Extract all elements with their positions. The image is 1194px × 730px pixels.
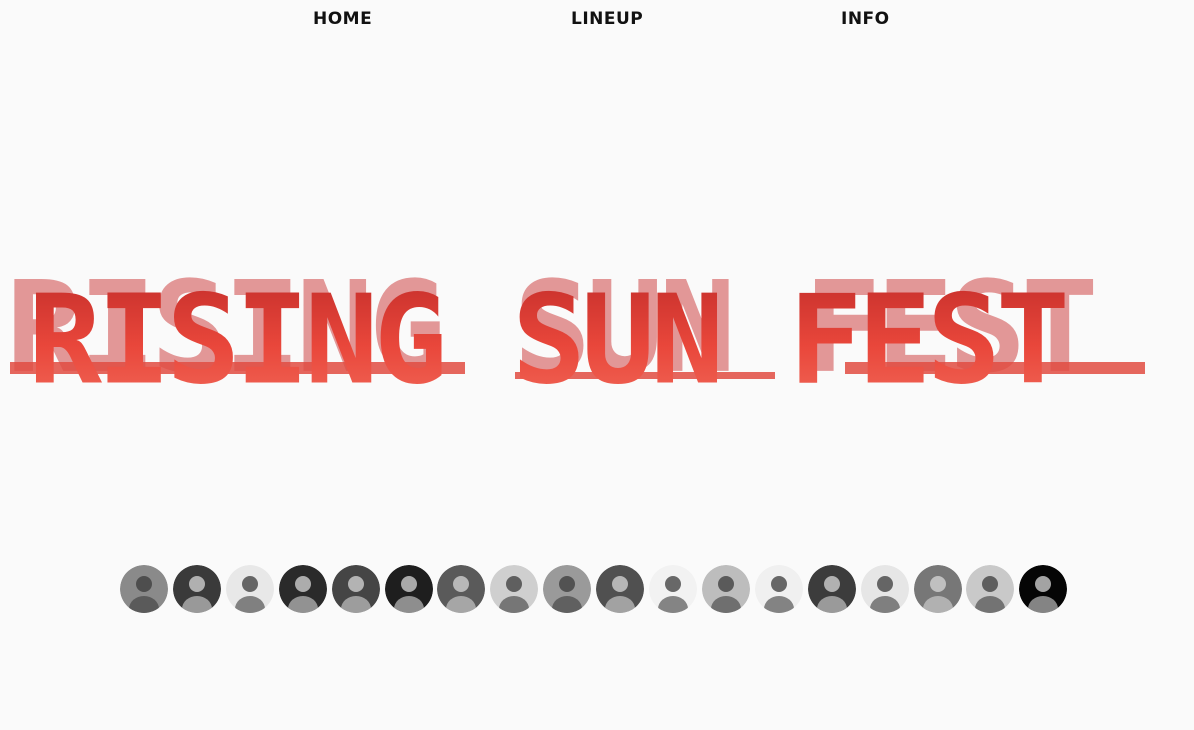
artist-avatar-9[interactable]: [543, 565, 591, 613]
artist-avatar-18[interactable]: [1019, 565, 1067, 613]
nav-info-link[interactable]: INFO: [841, 9, 890, 29]
artist-avatar-2[interactable]: [173, 565, 221, 613]
artist-avatar-16[interactable]: [914, 565, 962, 613]
artist-avatar-8[interactable]: [490, 565, 538, 613]
artist-avatar-strip: [120, 565, 1070, 615]
artist-avatar-12[interactable]: [702, 565, 750, 613]
artist-avatar-7[interactable]: [437, 565, 485, 613]
artist-avatar-6[interactable]: [385, 565, 433, 613]
main-nav: HOME LINEUP INFO: [0, 0, 1194, 40]
artist-avatar-13[interactable]: [755, 565, 803, 613]
artist-avatar-1[interactable]: [120, 565, 168, 613]
hero-title: RISING SUN FEST RISING SUN FEST: [0, 255, 1194, 425]
nav-home-link[interactable]: HOME: [313, 9, 372, 29]
artist-avatar-3[interactable]: [226, 565, 274, 613]
artist-avatar-14[interactable]: [808, 565, 856, 613]
artist-avatar-5[interactable]: [332, 565, 380, 613]
artist-avatar-17[interactable]: [966, 565, 1014, 613]
artist-avatar-11[interactable]: [649, 565, 697, 613]
artist-avatar-4[interactable]: [279, 565, 327, 613]
nav-lineup-link[interactable]: LINEUP: [571, 9, 643, 29]
artist-avatar-15[interactable]: [861, 565, 909, 613]
artist-avatar-10[interactable]: [596, 565, 644, 613]
hero-title-text: RISING SUN FEST: [28, 269, 1070, 412]
